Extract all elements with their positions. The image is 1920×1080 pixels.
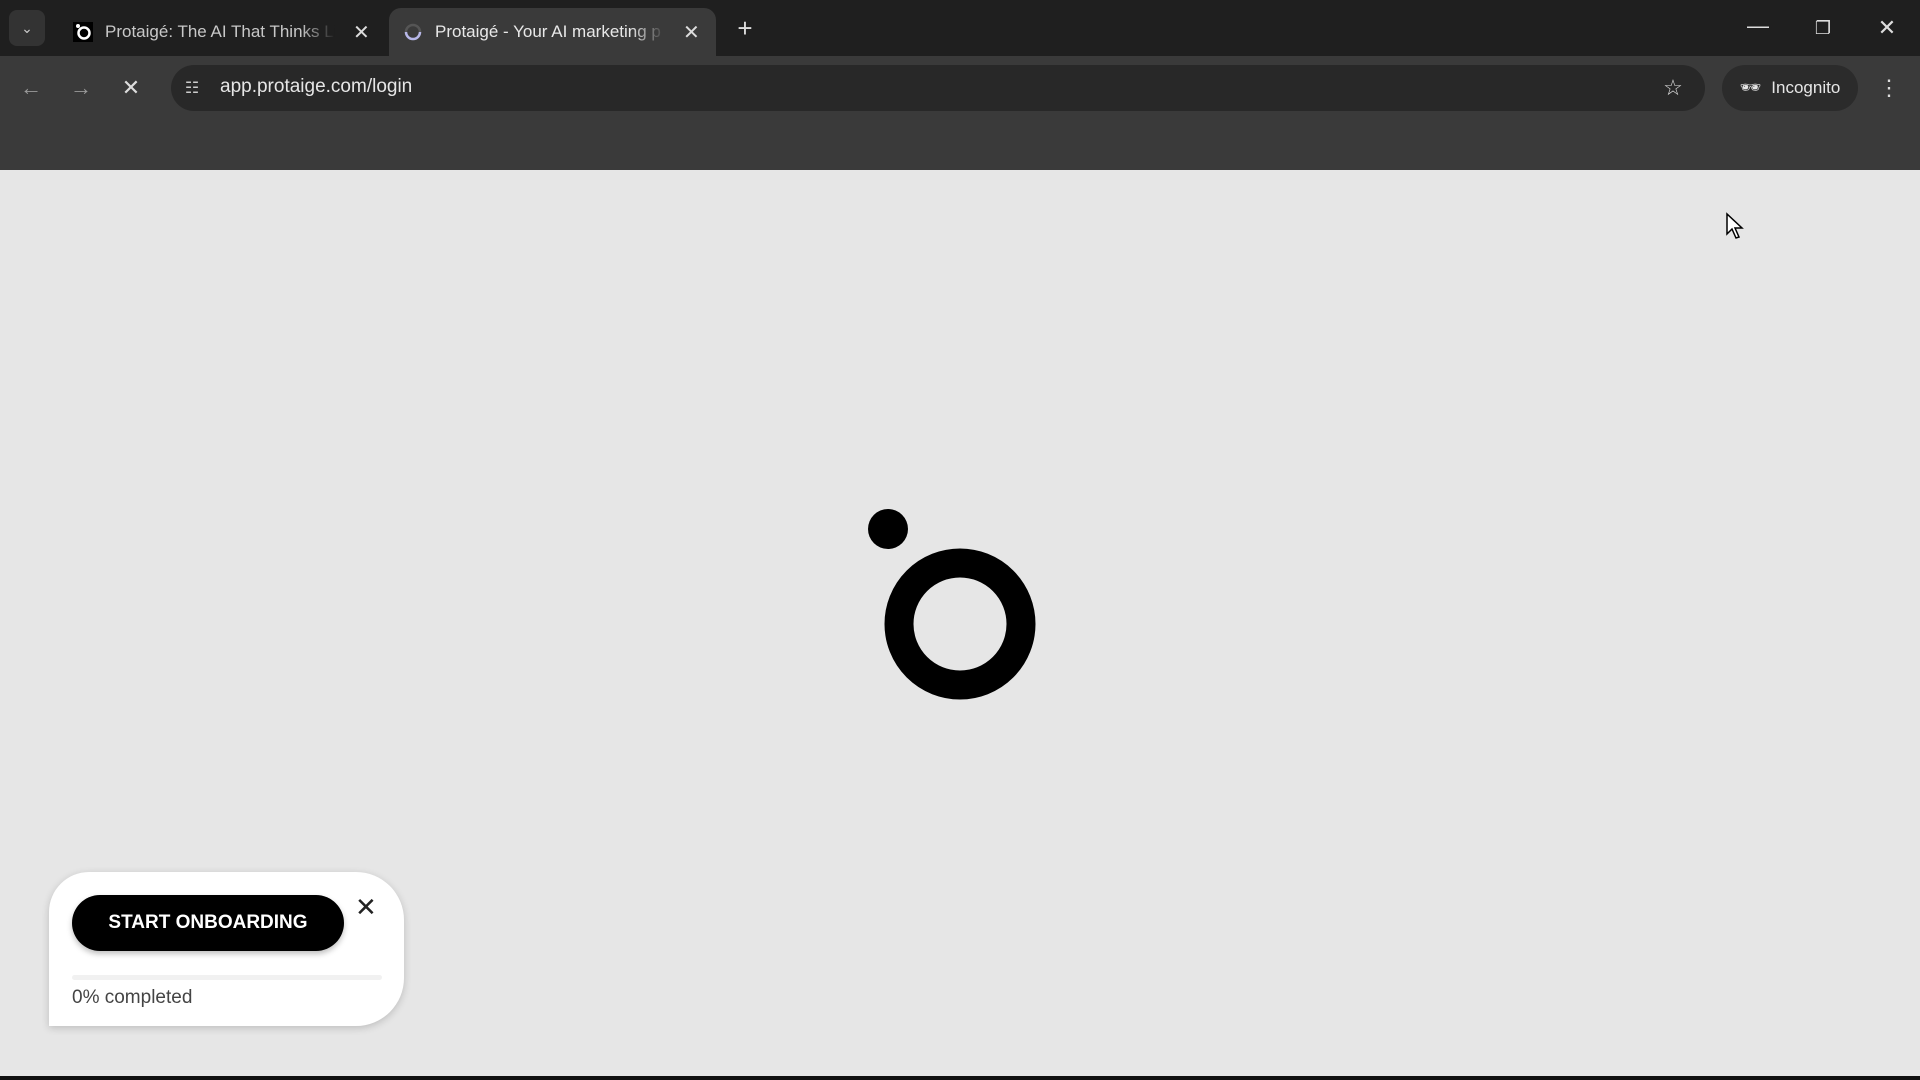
close-tab-icon[interactable]: ✕ (683, 20, 700, 45)
tab-search-button[interactable]: ⌄ (9, 10, 45, 46)
close-onboarding-icon[interactable]: ✕ (355, 892, 377, 923)
loading-spinner-icon (403, 22, 423, 42)
new-tab-button[interactable]: + (727, 10, 763, 46)
site-info-button[interactable]: ☷ (174, 70, 210, 106)
stop-loading-button[interactable]: ✕ (113, 70, 149, 106)
close-tab-icon[interactable]: ✕ (353, 20, 370, 45)
protaige-favicon (73, 22, 93, 42)
incognito-label: Incognito (1771, 78, 1840, 98)
tab-title: Protaigé: The AI That Thinks Lik (105, 22, 335, 42)
forward-button[interactable]: → (63, 70, 99, 106)
onboarding-progress-bar (72, 975, 382, 980)
logo-ring (899, 563, 1021, 685)
start-onboarding-button[interactable]: START ONBOARDING (72, 895, 344, 951)
tab-strip: ⌄ Protaigé: The AI That Thinks Lik ✕ Pro… (0, 0, 1920, 56)
bottom-edge (0, 1076, 1920, 1080)
protaige-loading-logo (860, 500, 1060, 700)
progress-text: 0% completed (72, 987, 192, 1009)
url-text[interactable]: app.protaige.com/login (220, 76, 412, 98)
toolbar-strip (0, 114, 1920, 170)
logo-dot (868, 509, 908, 549)
onboarding-widget: START ONBOARDING ✕ 0% completed (49, 872, 404, 1026)
close-window-button[interactable]: ✕ (1869, 10, 1905, 46)
incognito-icon: 🕶 (1740, 78, 1762, 98)
tab-title: Protaigé - Your AI marketing p (435, 22, 665, 42)
menu-button[interactable]: ⋮ (1871, 70, 1907, 106)
bookmark-star-button[interactable]: ☆ (1655, 70, 1691, 106)
minimize-button[interactable]: — (1740, 8, 1776, 44)
restore-button[interactable]: ❐ (1805, 10, 1841, 46)
back-button[interactable]: ← (13, 70, 49, 106)
mouse-cursor-icon (1725, 212, 1745, 240)
incognito-indicator[interactable]: 🕶 Incognito (1722, 65, 1858, 111)
tab-protaige-app[interactable]: Protaigé - Your AI marketing p ✕ (389, 8, 716, 56)
tab-protaige-home[interactable]: Protaigé: The AI That Thinks Lik ✕ (67, 8, 380, 56)
